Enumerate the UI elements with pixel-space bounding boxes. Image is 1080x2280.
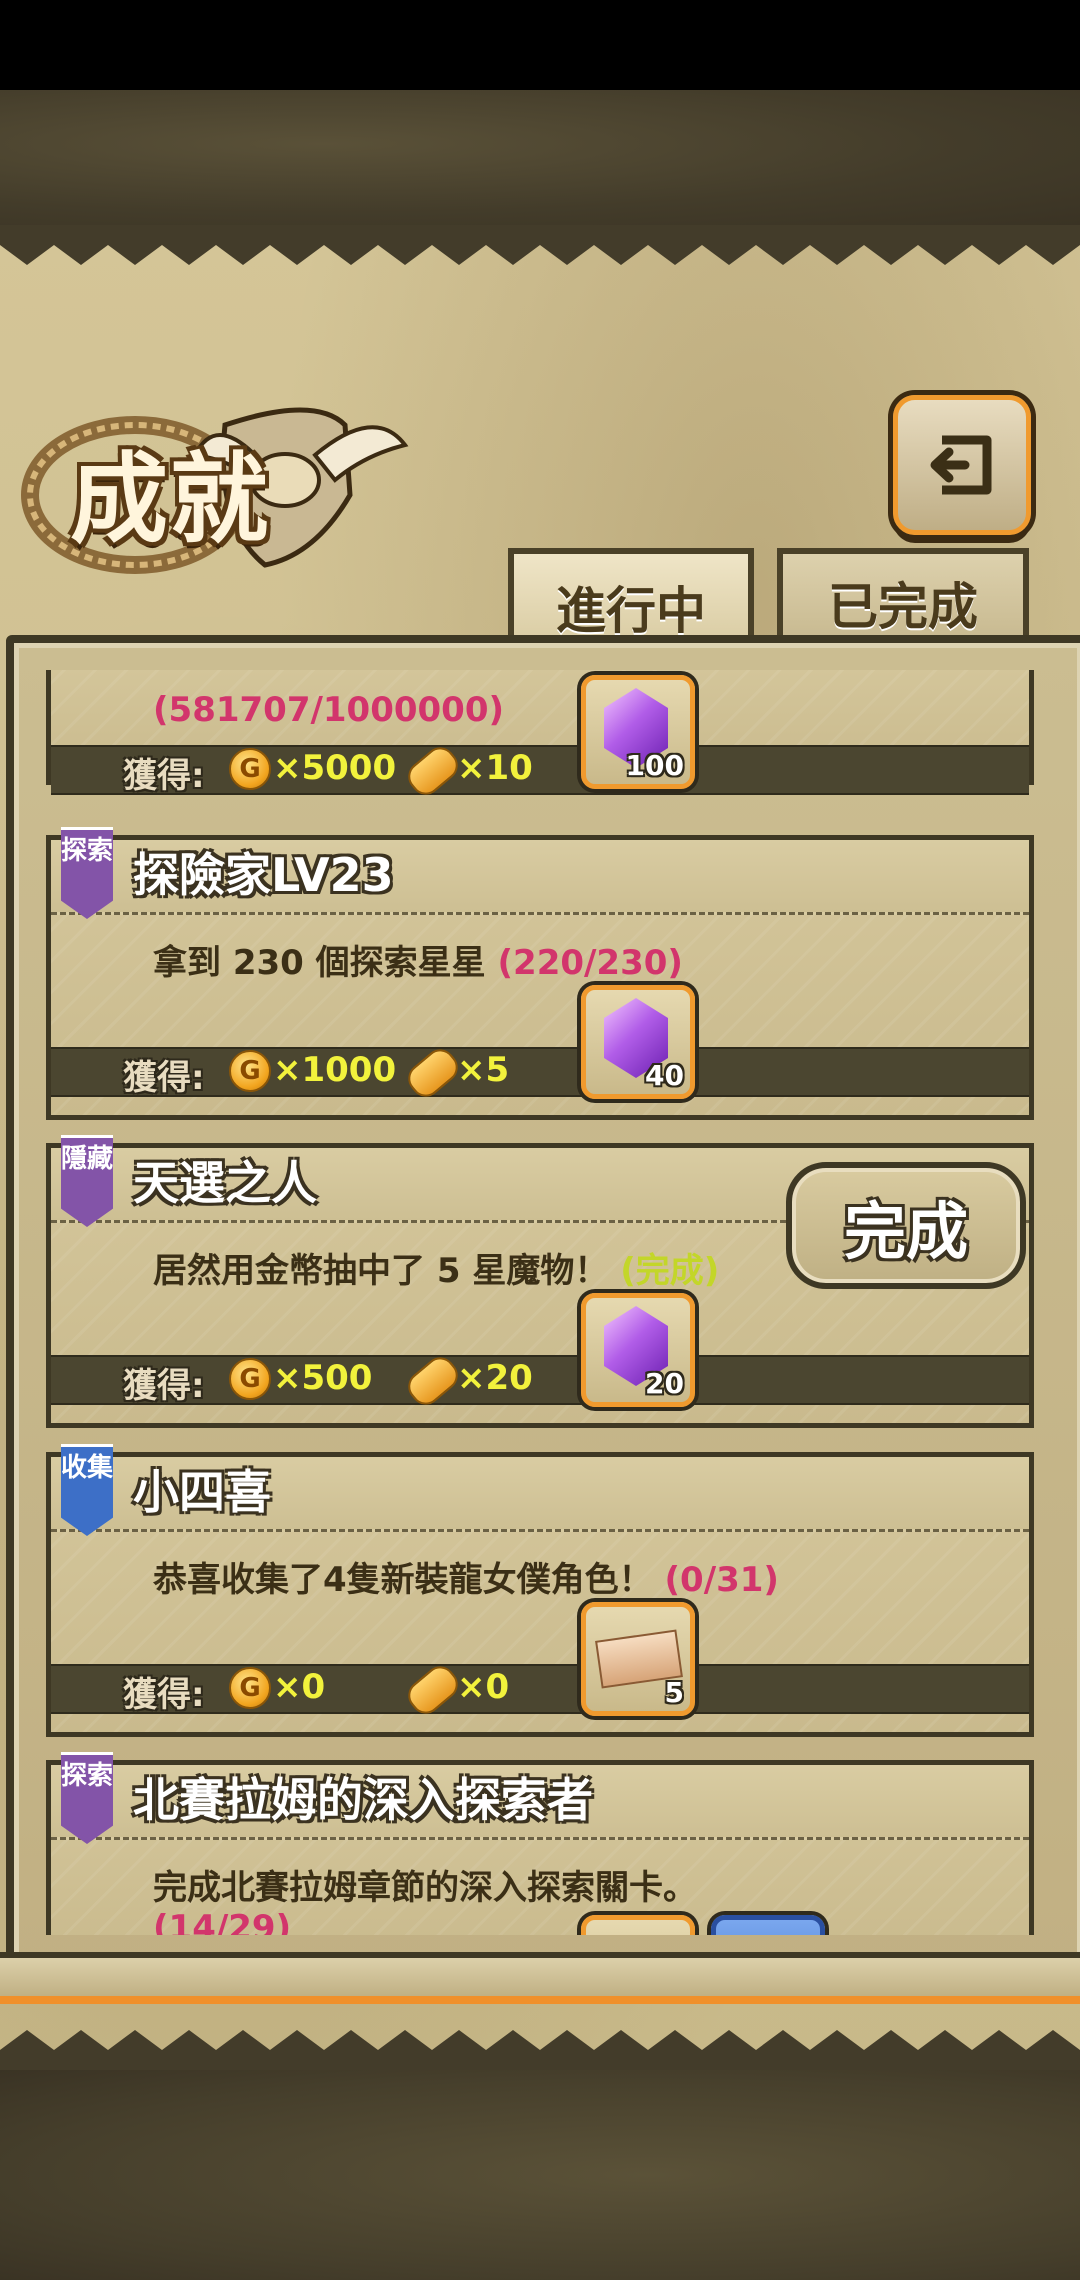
item-count: 5 xyxy=(664,1676,684,1709)
reward-label: 獲得: xyxy=(123,756,205,796)
progress-text: (220/230) xyxy=(497,943,683,983)
zigzag-border-top xyxy=(0,225,1080,265)
progress-text: (581707/1000000) xyxy=(153,690,505,730)
achievement-title: 探險家LV23 xyxy=(133,848,394,902)
achievement-desc: 拿到 230 個探索星星 (220/230) xyxy=(153,935,683,984)
achievement-title: 天選之人 xyxy=(133,1156,317,1210)
achievement-desc: 居然用金幣抽中了 5 星魔物！ (完成) xyxy=(153,1243,719,1292)
coin-amount: ×5000 xyxy=(273,748,397,788)
status-bar xyxy=(0,0,1080,90)
achievement-card: 收集 小四喜 恭喜收集了4隻新裝龍女僕角色！ (0/31) 獲得: G ×0 ×… xyxy=(46,1444,1034,1737)
category-badge: 收集 xyxy=(61,1444,113,1536)
desc-text: 恭喜收集了4隻新裝龍女僕角色！ xyxy=(153,1560,653,1600)
achievement-list[interactable]: (581707/1000000) 獲得: G ×5000 ×10 100 探索 … xyxy=(30,670,1040,1935)
achievement-desc: 恭喜收集了4隻新裝龍女僕角色！ (0/31) xyxy=(153,1552,779,1601)
complete-button[interactable]: 完成 xyxy=(786,1162,1026,1289)
map-background-top xyxy=(0,90,1080,225)
tab-label: 已完成 xyxy=(828,578,978,636)
reward-label: 獲得: xyxy=(123,1366,205,1406)
category-badge: 探索 xyxy=(61,1752,113,1844)
reward-item-ticket[interactable]: 5 xyxy=(581,1602,695,1716)
map-background-bottom xyxy=(0,2070,1080,2280)
item-count: 40 xyxy=(645,1059,684,1092)
item-count: 100 xyxy=(625,749,684,782)
tab-label: 進行中 xyxy=(556,581,706,640)
reward-item-gem[interactable] xyxy=(581,1915,695,1935)
achievement-desc: 完成北賽拉姆章節的深入探索關卡。 xyxy=(153,1868,697,1908)
bread-amount: ×5 xyxy=(457,1050,510,1090)
achievement-title: 北賽拉姆的深入探索者 xyxy=(133,1773,593,1827)
reward-label: 獲得: xyxy=(123,1058,205,1098)
achievement-card: (581707/1000000) 獲得: G ×5000 ×10 100 xyxy=(46,670,1034,801)
reward-item-gem[interactable]: 100 xyxy=(581,675,695,789)
achievement-card: 探索 探險家LV23 拿到 230 個探索星星 (220/230) 獲得: G … xyxy=(46,827,1034,1120)
desc-text: 居然用金幣抽中了 5 星魔物！ xyxy=(153,1251,609,1291)
coin-amount: ×0 xyxy=(273,1667,326,1707)
bread-amount: ×10 xyxy=(457,748,533,788)
item-count: 20 xyxy=(645,1367,684,1400)
zigzag-border-bottom xyxy=(0,2030,1080,2070)
progress-text: (完成) xyxy=(620,1251,720,1291)
reward-item-gem[interactable]: 20 xyxy=(581,1293,695,1407)
return-arrow-icon xyxy=(930,435,992,495)
category-badge: 探索 xyxy=(61,827,113,919)
coin-icon: G xyxy=(229,748,271,790)
reward-item-gem[interactable]: 40 xyxy=(581,985,695,1099)
progress-text: (14/29) xyxy=(153,1908,292,1935)
desc-text: 拿到 230 個探索星星 xyxy=(153,943,486,983)
coin-amount: ×500 xyxy=(273,1358,373,1398)
bread-amount: ×20 xyxy=(457,1358,533,1398)
bread-amount: ×0 xyxy=(457,1667,510,1707)
panel-bottom-border xyxy=(0,1952,1080,2002)
coin-icon: G xyxy=(229,1050,271,1092)
achievement-card: 探索 北賽拉姆的深入探索者 完成北賽拉姆章節的深入探索關卡。 (14/29) xyxy=(46,1752,1034,1935)
coin-icon: G xyxy=(229,1667,271,1709)
coin-icon: G xyxy=(229,1358,271,1400)
progress-text: (0/31) xyxy=(664,1560,779,1600)
back-button[interactable] xyxy=(893,395,1031,535)
page-title: 成就 xyxy=(70,442,271,557)
coin-amount: ×1000 xyxy=(273,1050,397,1090)
achievement-title: 小四喜 xyxy=(133,1465,271,1519)
category-badge: 隱藏 xyxy=(61,1135,113,1227)
reward-label: 獲得: xyxy=(123,1675,205,1715)
panel-bottom-accent xyxy=(0,1996,1080,2004)
reward-item-extra[interactable] xyxy=(711,1915,825,1935)
